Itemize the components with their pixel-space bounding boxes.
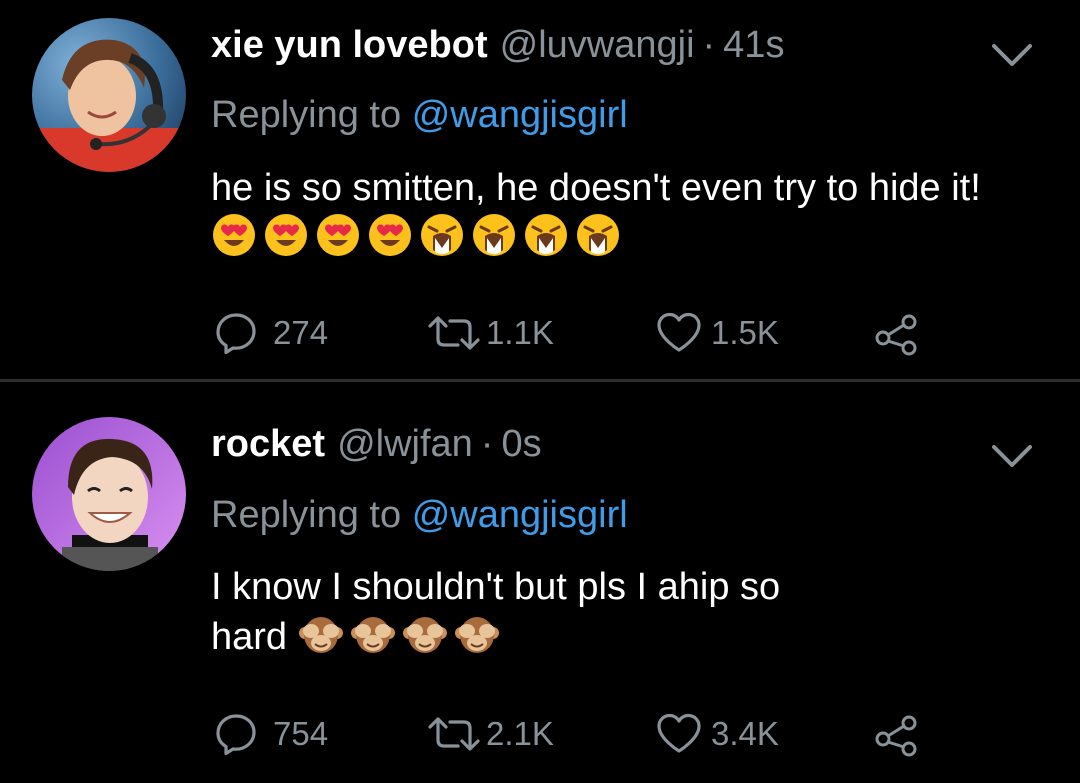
avatar[interactable] [32,18,186,172]
share-button[interactable] [873,709,921,759]
tweet-divider [0,379,1080,382]
separator-dot: · [480,423,494,465]
share-icon [875,715,917,757]
heart-eyes-emoji-icon [213,214,255,256]
speech-bubble-icon [216,313,256,355]
like-count: 3.4K [711,715,779,752]
see-no-evil-monkey-icon [298,617,343,653]
emoji-row [211,214,627,259]
mention-link[interactable]: @wangjisgirl [412,94,628,136]
share-button[interactable] [873,308,921,358]
crying-emoji-icon [473,214,515,256]
reply-button[interactable]: 754 [213,709,328,759]
timestamp[interactable]: 0s [501,423,541,466]
speech-bubble-icon [216,714,256,756]
reply-button[interactable]: 274 [213,308,328,358]
tweet-actions: 274 1.1K 1.5K [213,308,933,358]
see-no-evil-monkey-icon [350,617,395,653]
display-name[interactable]: xie yun lovebot [211,24,488,67]
user-handle[interactable]: @lwjfan [337,423,473,466]
tweet[interactable]: rocket @lwjfan · 0s Replying to @wangjis… [0,383,1080,783]
mention-link[interactable]: @wangjisgirl [412,494,628,536]
retweet-count: 2.1K [486,715,554,752]
like-button[interactable]: 1.5K [655,308,779,358]
chevron-down-icon[interactable] [990,439,1034,473]
tweet-text: he is so smitten, he doesn't even try to… [211,164,1041,262]
user-handle[interactable]: @luvwangji [500,24,695,67]
retweet-count: 1.1K [486,314,554,351]
replying-to: Replying to @wangjisgirl [211,94,628,137]
see-no-evil-monkey-icon [402,617,447,653]
separator-dot: · [702,24,716,66]
timestamp[interactable]: 41s [723,24,784,67]
tweet[interactable]: xie yun lovebot @luvwangji · 41s Replyin… [0,0,1080,380]
see-no-evil-monkey-icon [454,617,499,653]
replying-prefix: Replying to [211,494,402,536]
crying-emoji-icon [421,214,463,256]
heart-eyes-emoji-icon [317,214,359,256]
heart-icon [657,312,701,352]
retweet-icon [428,717,480,751]
like-button[interactable]: 3.4K [655,709,779,759]
display-name[interactable]: rocket [211,423,325,466]
chevron-down-icon[interactable] [990,38,1034,72]
tweet-header: rocket @lwjfan · 0s [211,423,542,473]
retweet-button[interactable]: 2.1K [426,709,554,759]
like-count: 1.5K [711,314,779,351]
retweet-button[interactable]: 1.1K [426,308,554,358]
share-icon [875,314,917,356]
crying-emoji-icon [577,214,619,256]
tweet-text: I know I shouldn't but pls I ahip so har… [211,563,861,661]
avatar[interactable] [32,417,186,571]
retweet-icon [428,316,480,350]
reply-count: 274 [273,314,329,351]
heart-eyes-emoji-icon [369,214,411,256]
heart-icon [657,713,701,753]
tweet-actions: 754 2.1K 3.4K [213,709,933,759]
crying-emoji-icon [525,214,567,256]
heart-eyes-emoji-icon [265,214,307,256]
emoji-row [298,616,506,658]
tweet-header: xie yun lovebot @luvwangji · 41s [211,24,784,74]
tweet-text-content: he is so smitten, he doesn't even try to… [211,167,981,209]
replying-to: Replying to @wangjisgirl [211,494,628,537]
replying-prefix: Replying to [211,94,402,136]
reply-count: 754 [273,715,329,752]
